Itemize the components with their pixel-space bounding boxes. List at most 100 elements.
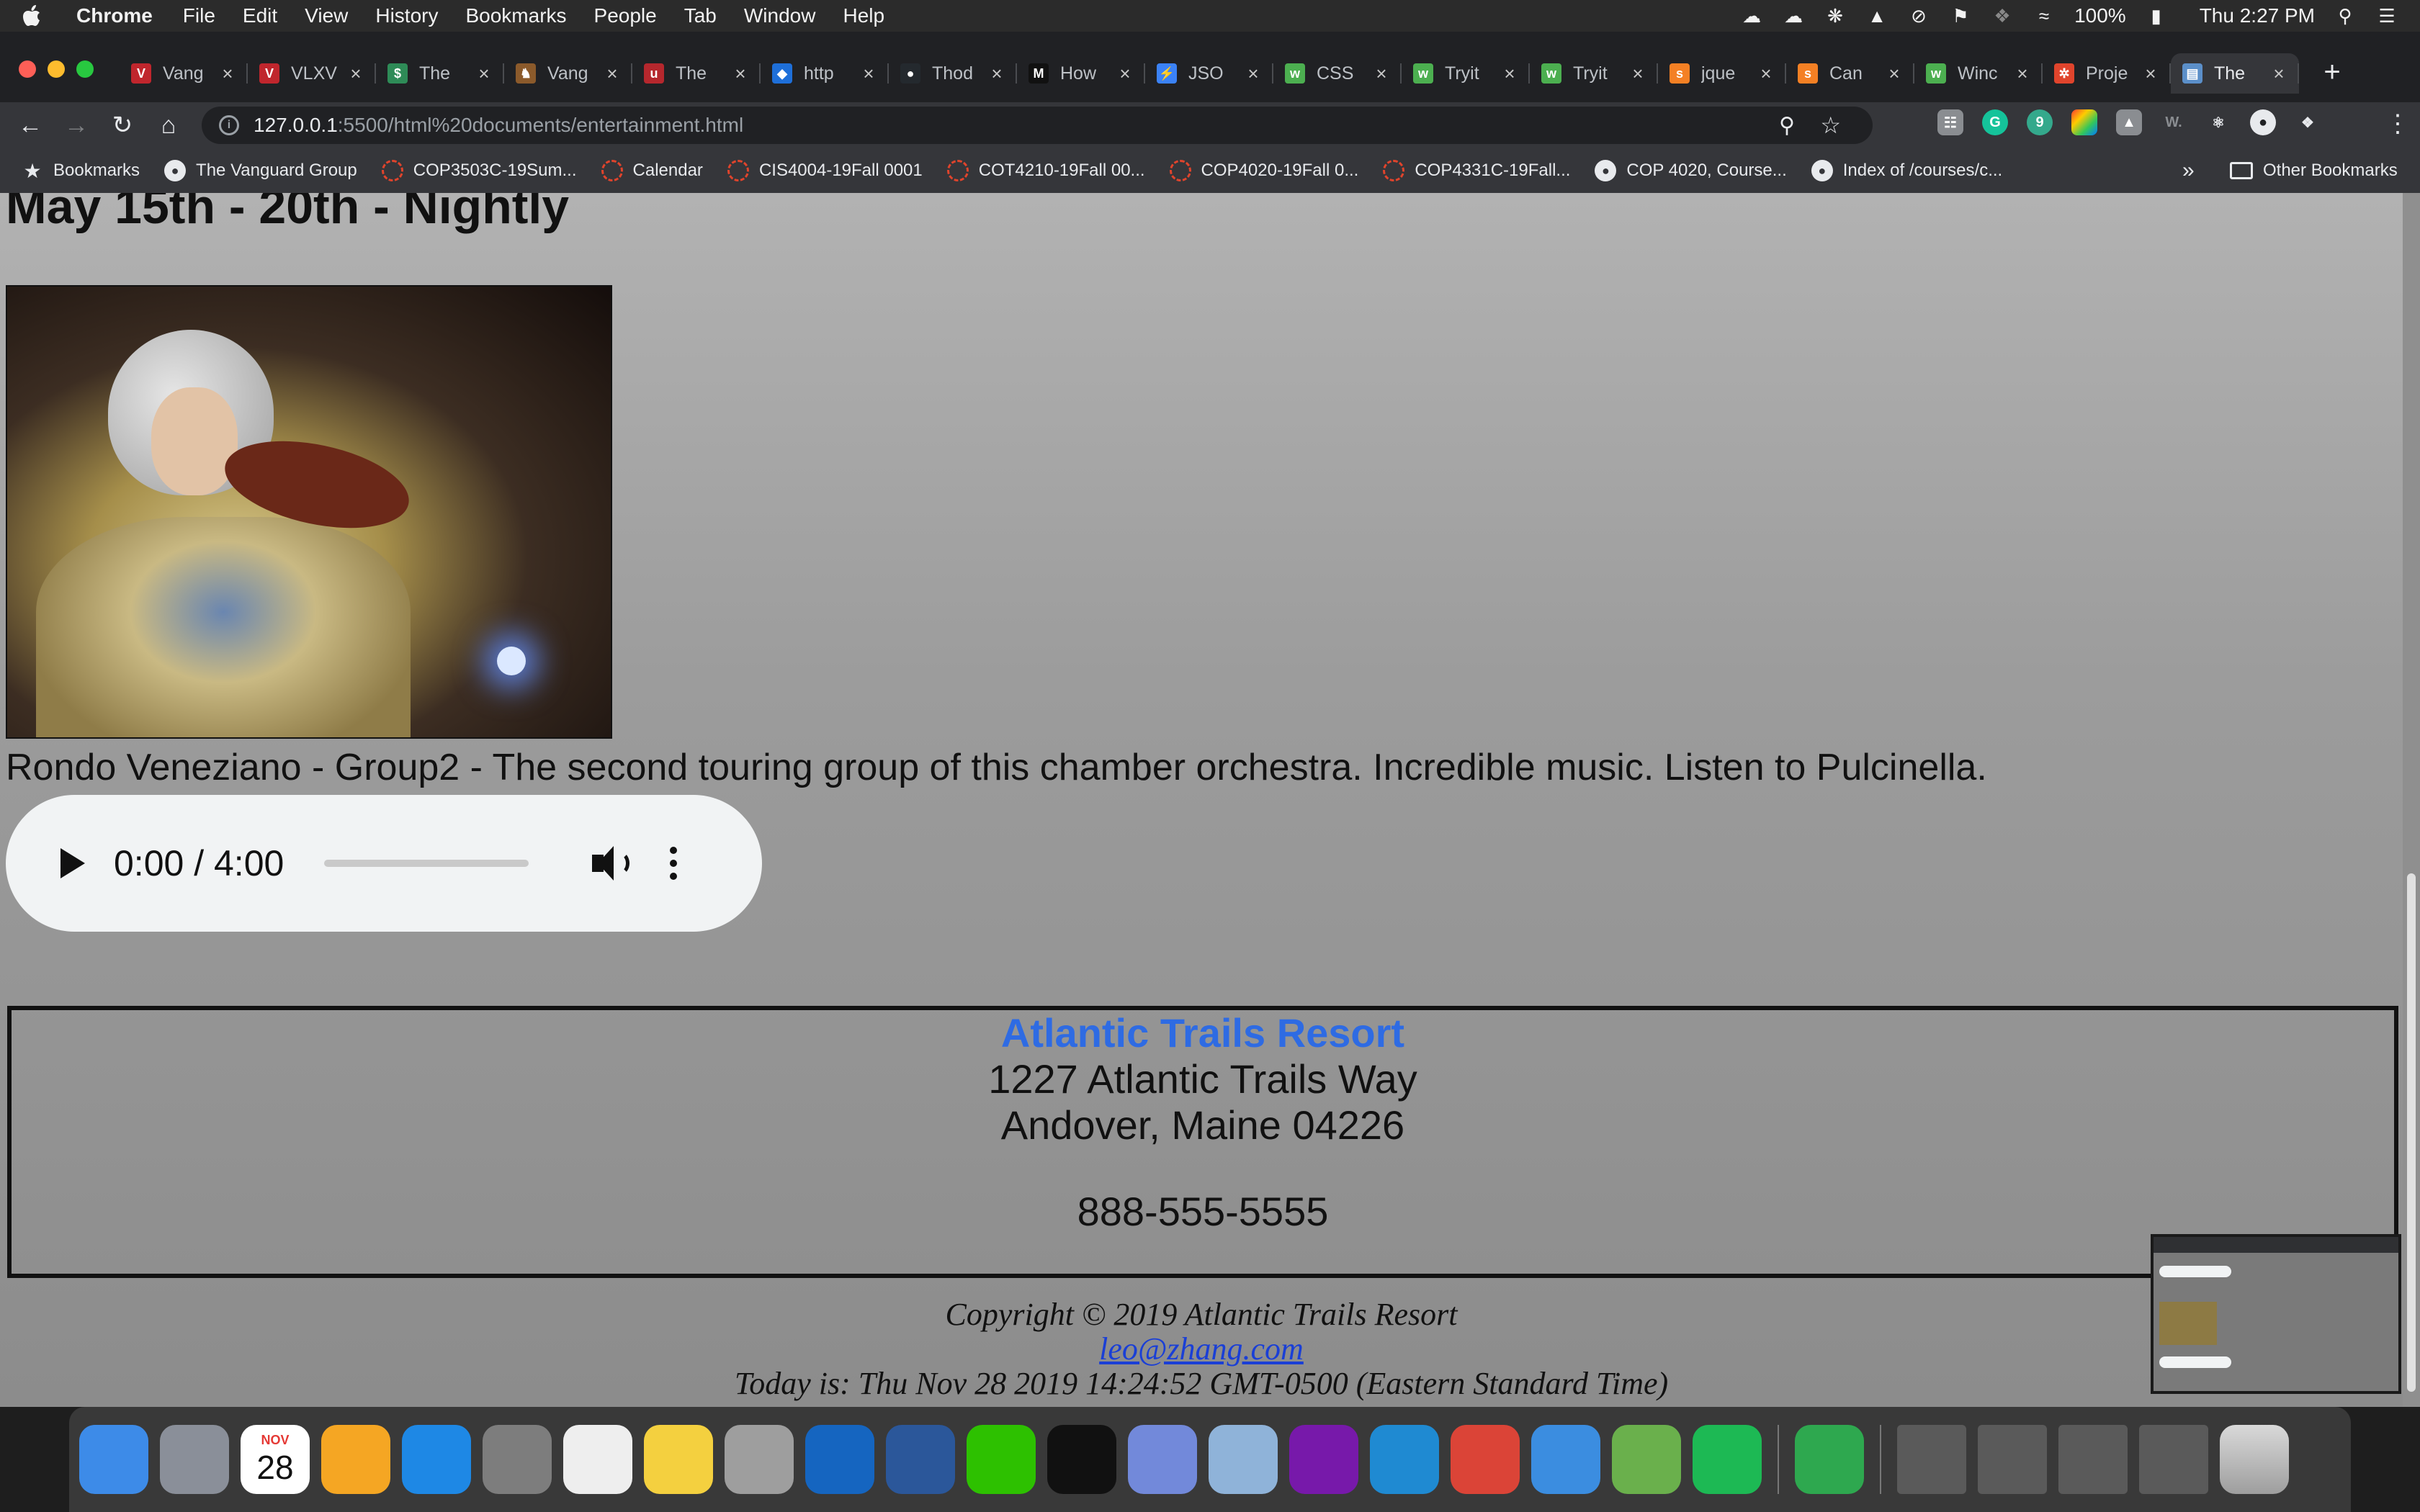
browser-tab[interactable]: ● Thod × (889, 53, 1017, 94)
onenote-icon[interactable] (1289, 1425, 1358, 1494)
extension-translate-icon[interactable]: ☷ (1937, 109, 1963, 135)
preview-icon[interactable] (1209, 1425, 1278, 1494)
close-window-button[interactable] (19, 60, 36, 78)
spotlight-search-icon[interactable]: ⚲ (2334, 5, 2357, 27)
extension-lastpass-icon[interactable]: 9 (2027, 109, 2053, 135)
cloud-sync-icon[interactable]: ☁ (1782, 5, 1805, 27)
bookmark-item[interactable]: CIS4004-19Fall 0001 (727, 160, 923, 181)
bookmark-item[interactable]: ★ Bookmarks (22, 160, 140, 182)
tab-close-icon[interactable]: × (732, 63, 749, 85)
extension-colorpicker-icon[interactable] (2071, 109, 2097, 135)
photos-icon[interactable] (321, 1425, 390, 1494)
menu-edit[interactable]: Edit (243, 4, 277, 27)
bookmarks-overflow-button[interactable]: » (2182, 158, 2195, 183)
menu-view[interactable]: View (305, 4, 348, 27)
tab-close-icon[interactable]: × (1886, 63, 1903, 85)
bookmark-star-icon[interactable]: ☆ (1820, 112, 1841, 139)
bookmark-item[interactable]: COT4210-19Fall 00... (946, 160, 1145, 181)
tab-close-icon[interactable]: × (604, 63, 621, 85)
browser-tab[interactable]: w Winc × (1914, 53, 2043, 94)
wifi-icon[interactable]: ≈ (2033, 5, 2056, 27)
tab-close-icon[interactable]: × (1757, 63, 1775, 85)
tab-close-icon[interactable]: × (1501, 63, 1518, 85)
spotify-icon[interactable] (1693, 1425, 1762, 1494)
tab-close-icon[interactable]: × (1116, 63, 1134, 85)
chrome-menu-icon[interactable]: ⋮ (2385, 109, 2410, 138)
terminal-icon[interactable] (1047, 1425, 1116, 1494)
trash-icon[interactable] (2220, 1425, 2289, 1494)
scrollbar-thumb[interactable] (2407, 873, 2416, 1392)
menu-tab[interactable]: Tab (684, 4, 717, 27)
recent-window-4-icon[interactable] (2139, 1425, 2208, 1494)
android-studio-icon[interactable] (1612, 1425, 1681, 1494)
bookmark-item[interactable]: Calendar (601, 160, 703, 181)
calendar-icon[interactable]: NOV 28 (241, 1425, 310, 1494)
extension-react-devtools-icon[interactable]: ⚛ (2205, 109, 2231, 135)
recent-window-3-icon[interactable] (2058, 1425, 2128, 1494)
menu-bookmarks[interactable]: Bookmarks (465, 4, 566, 27)
bookmark-item[interactable]: ● The Vanguard Group (164, 160, 357, 181)
script-editor-icon[interactable] (725, 1425, 794, 1494)
browser-tab[interactable]: u The × (632, 53, 761, 94)
extension-puzzle-icon[interactable]: ❖ (2295, 109, 2321, 135)
bluetooth-icon[interactable]: ❖ (1991, 5, 2014, 27)
launchpad-icon[interactable] (160, 1425, 229, 1494)
browser-tab[interactable]: s Can × (1786, 53, 1914, 94)
tab-close-icon[interactable]: × (1245, 63, 1262, 85)
browser-tab[interactable]: V VLXV × (248, 53, 376, 94)
notification-center-icon[interactable]: ☰ (2375, 5, 2398, 27)
minimize-window-button[interactable] (48, 60, 65, 78)
creative-cloud-icon[interactable]: ☁ (1740, 5, 1763, 27)
menu-people[interactable]: People (594, 4, 657, 27)
tab-close-icon[interactable]: × (988, 63, 1005, 85)
tab-close-icon[interactable]: × (1373, 63, 1390, 85)
transmit-icon[interactable] (1531, 1425, 1600, 1494)
quicktime-icon[interactable] (805, 1425, 874, 1494)
battery-icon[interactable]: ▮ (2145, 5, 2168, 27)
vscode-icon[interactable] (1370, 1425, 1439, 1494)
menu-file[interactable]: File (183, 4, 215, 27)
system-preferences-icon[interactable] (483, 1425, 552, 1494)
zoom-window-button[interactable] (76, 60, 94, 78)
bookmark-item[interactable]: COP3503C-19Sum... (381, 160, 577, 181)
menu-window[interactable]: Window (744, 4, 816, 27)
chrome-icon[interactable] (1451, 1425, 1520, 1494)
play-icon[interactable] (60, 848, 85, 878)
browser-tab[interactable]: ✲ Proje × (2043, 53, 2171, 94)
zoom-icon[interactable]: ⚲ (1779, 113, 1795, 138)
site-info-icon[interactable]: i (219, 115, 239, 135)
forward-button[interactable]: → (60, 109, 92, 141)
browser-tab[interactable]: w Tryit × (1402, 53, 1530, 94)
new-tab-button[interactable]: + (2316, 58, 2348, 89)
finder-icon[interactable] (79, 1425, 148, 1494)
extension-profile-icon[interactable]: ● (2250, 109, 2276, 135)
tab-close-icon[interactable]: × (2142, 63, 2159, 85)
other-bookmarks-folder[interactable]: Other Bookmarks (2230, 161, 2398, 181)
drive-icon[interactable]: ▲ (1865, 5, 1888, 27)
do-not-disturb-icon[interactable]: ⊘ (1907, 5, 1930, 27)
bookmark-item[interactable]: COP4331C-19Fall... (1383, 160, 1570, 181)
volume-icon[interactable] (591, 843, 631, 883)
more-options-icon[interactable] (670, 847, 678, 880)
app-name[interactable]: Chrome (76, 4, 153, 27)
tab-close-icon[interactable]: × (1629, 63, 1646, 85)
discord-icon[interactable] (1128, 1425, 1197, 1494)
browser-tab[interactable]: ▤ The × (2171, 53, 2299, 94)
apple-menu-icon[interactable] (22, 4, 42, 28)
browser-tab[interactable]: ♞ Vang × (504, 53, 632, 94)
tab-close-icon[interactable]: × (347, 63, 364, 85)
back-button[interactable]: ← (14, 109, 46, 141)
browser-tab[interactable]: w Tryit × (1530, 53, 1658, 94)
reload-button[interactable]: ↻ (107, 109, 138, 141)
menu-help[interactable]: Help (843, 4, 884, 27)
extension-drive-icon[interactable]: ▲ (2116, 109, 2142, 135)
wechat-icon[interactable] (967, 1425, 1036, 1494)
menu-history[interactable]: History (375, 4, 438, 27)
us-flag-icon[interactable]: ⚑ (1949, 5, 1972, 27)
news-icon[interactable] (1795, 1425, 1864, 1494)
tab-close-icon[interactable]: × (2014, 63, 2031, 85)
textedit-icon[interactable] (563, 1425, 632, 1494)
screenshot-thumbnail-preview[interactable] (2151, 1234, 2401, 1394)
tab-close-icon[interactable]: × (860, 63, 877, 85)
browser-tab[interactable]: $ The × (376, 53, 504, 94)
